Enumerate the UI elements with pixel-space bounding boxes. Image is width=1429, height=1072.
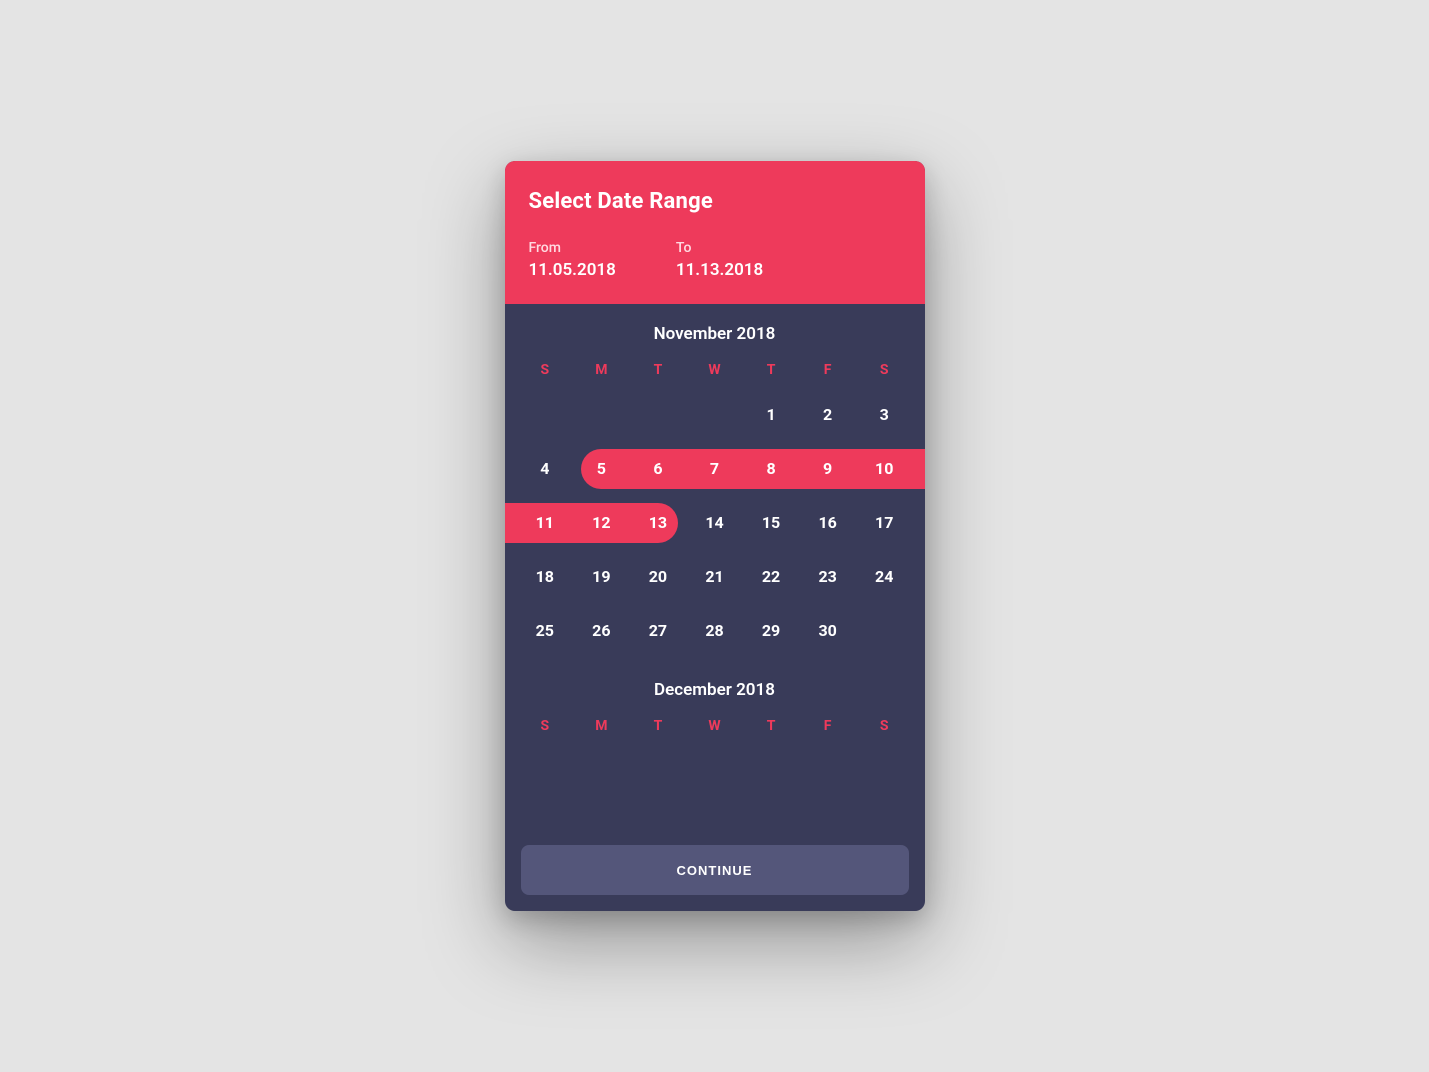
week-row: 1 2 3 <box>517 388 913 442</box>
week-row: 11 12 13 14 15 16 17 <box>517 496 913 550</box>
dow-thu: T <box>743 362 800 378</box>
from-label: From <box>529 240 616 256</box>
continue-button[interactable]: CONTINUE <box>521 845 909 895</box>
dow-row: S M T W T F S <box>517 362 913 378</box>
day-cell[interactable]: 23 <box>799 557 856 597</box>
day-cell[interactable]: 27 <box>630 611 687 651</box>
day-cell[interactable]: 30 <box>799 611 856 651</box>
range-row: From 11.05.2018 To 11.13.2018 <box>529 240 901 280</box>
month-december: December 2018 S M T W T F S <box>517 680 913 734</box>
from-value: 11.05.2018 <box>529 260 616 280</box>
day-cell[interactable]: 24 <box>856 557 913 597</box>
day-cell[interactable]: 13 <box>630 503 687 543</box>
day-cell[interactable]: 26 <box>573 611 630 651</box>
dow-tue: T <box>630 718 687 734</box>
day-cell[interactable]: 10 <box>856 449 913 489</box>
day-cell[interactable]: 17 <box>856 503 913 543</box>
calendar-scroll-area[interactable]: November 2018 S M T W T F S 1 2 3 <box>505 304 925 911</box>
picker-header: Select Date Range From 11.05.2018 To 11.… <box>505 161 925 304</box>
day-cell[interactable]: 5 <box>573 449 630 489</box>
day-cell[interactable]: 22 <box>743 557 800 597</box>
date-picker-card: Select Date Range From 11.05.2018 To 11.… <box>505 161 925 911</box>
picker-title: Select Date Range <box>529 189 901 214</box>
day-cell[interactable]: 19 <box>573 557 630 597</box>
day-cell[interactable]: 2 <box>799 395 856 435</box>
dow-tue: T <box>630 362 687 378</box>
day-cell[interactable]: 7 <box>686 449 743 489</box>
day-cell[interactable]: 28 <box>686 611 743 651</box>
day-cell[interactable]: 9 <box>799 449 856 489</box>
from-block[interactable]: From 11.05.2018 <box>529 240 616 280</box>
dow-wed: W <box>686 718 743 734</box>
day-cell[interactable]: 4 <box>517 449 574 489</box>
day-cell[interactable]: 25 <box>517 611 574 651</box>
to-label: To <box>676 240 763 256</box>
day-cell[interactable]: 14 <box>686 503 743 543</box>
footer: CONTINUE <box>505 829 925 911</box>
day-cell[interactable]: 6 <box>630 449 687 489</box>
day-cell[interactable]: 16 <box>799 503 856 543</box>
dow-thu: T <box>743 718 800 734</box>
dow-wed: W <box>686 362 743 378</box>
dow-sat: S <box>856 718 913 734</box>
day-cell[interactable]: 8 <box>743 449 800 489</box>
dow-fri: F <box>799 362 856 378</box>
dow-sat: S <box>856 362 913 378</box>
day-cell[interactable]: 20 <box>630 557 687 597</box>
dow-fri: F <box>799 718 856 734</box>
day-cell[interactable]: 21 <box>686 557 743 597</box>
day-cell[interactable]: 18 <box>517 557 574 597</box>
day-cell[interactable]: 12 <box>573 503 630 543</box>
dow-sun: S <box>517 718 574 734</box>
day-cell[interactable]: 29 <box>743 611 800 651</box>
day-cell[interactable]: 15 <box>743 503 800 543</box>
month-title: November 2018 <box>517 324 913 344</box>
day-cell[interactable]: 1 <box>743 395 800 435</box>
week-row: 25 26 27 28 29 30 <box>517 604 913 658</box>
week-row: 18 19 20 21 22 23 24 <box>517 550 913 604</box>
to-block[interactable]: To 11.13.2018 <box>676 240 763 280</box>
day-cell[interactable]: 3 <box>856 395 913 435</box>
dow-mon: M <box>573 718 630 734</box>
month-title: December 2018 <box>517 680 913 700</box>
week-row: 4 5 6 7 8 9 10 <box>517 442 913 496</box>
dow-row: S M T W T F S <box>517 718 913 734</box>
dow-sun: S <box>517 362 574 378</box>
dow-mon: M <box>573 362 630 378</box>
month-november: November 2018 S M T W T F S 1 2 3 <box>517 324 913 658</box>
day-cell[interactable]: 11 <box>517 503 574 543</box>
to-value: 11.13.2018 <box>676 260 763 280</box>
